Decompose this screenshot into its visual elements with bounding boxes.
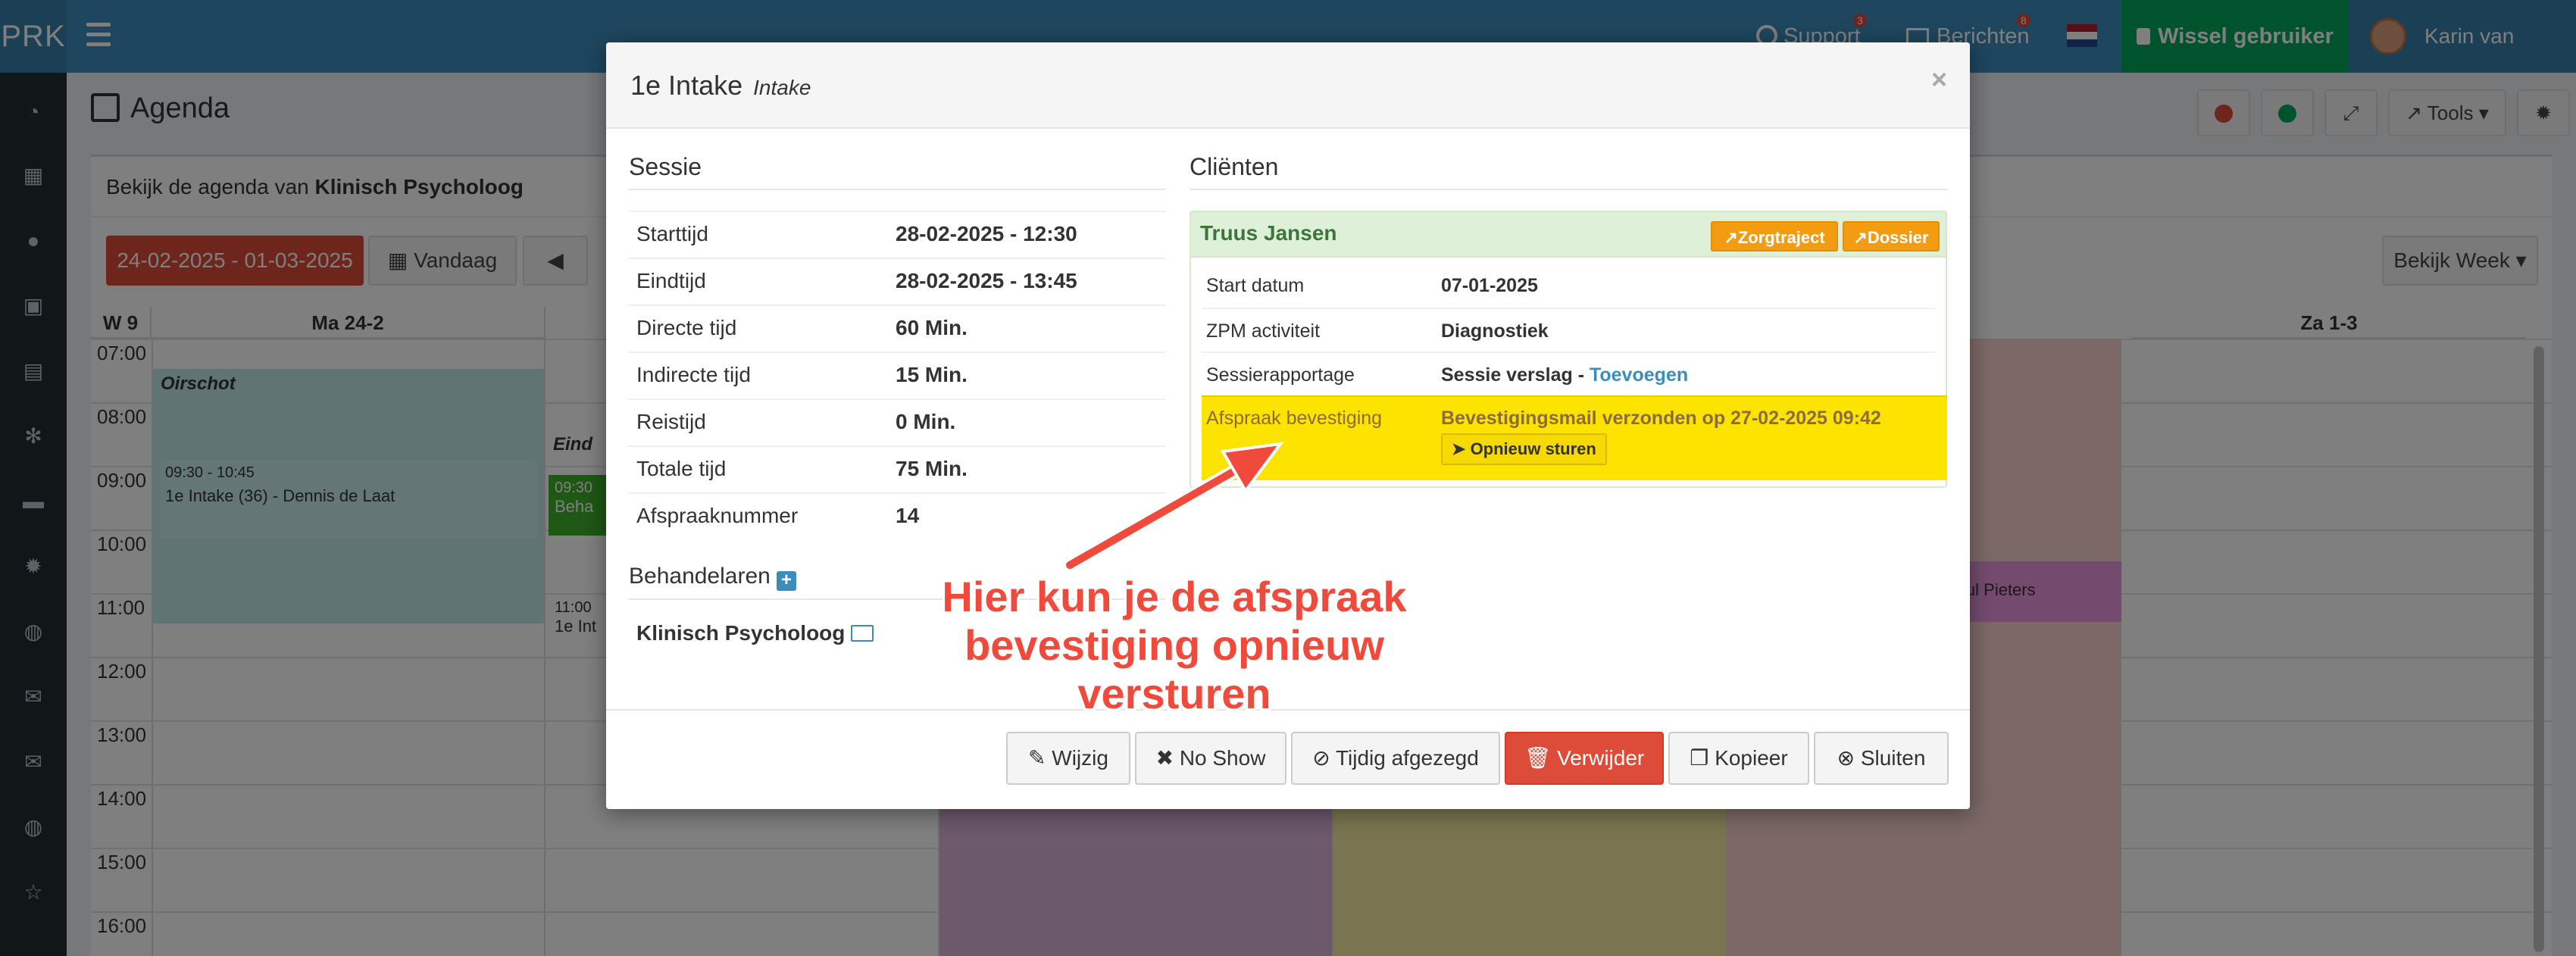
confirmation-label: Afspraak bevestiging <box>1206 408 1383 429</box>
copy-icon: ❐ <box>1690 746 1709 770</box>
row-label: Directe tijd <box>636 316 737 339</box>
practitioners-title-text: Behandelaren <box>629 564 771 589</box>
session-row: Indirecte tijd 15 Min. <box>629 351 1165 398</box>
row-label: Reistijd <box>636 410 706 433</box>
row-label: Start datum <box>1206 275 1305 296</box>
row-label: Afspraaknummer <box>636 504 799 527</box>
row-value: 75 Min. <box>896 457 968 480</box>
add-report-link[interactable]: Toevoegen <box>1590 364 1688 386</box>
copy-button[interactable]: ❐ Kopieer <box>1668 732 1809 785</box>
session-row: Totale tijd 75 Min. <box>629 445 1165 492</box>
modal-title-text: 1e Intake <box>630 70 743 101</box>
confirmation-row: Afspraak bevestiging Bevestigingsmail ve… <box>1202 395 1947 480</box>
practitioner-row: Klinisch Psycholoog <box>636 621 874 645</box>
modal-header: 1e Intake Intake × <box>606 42 1970 129</box>
clients-section-title: Cliënten <box>1190 153 1947 190</box>
trash-icon: 🗑 <box>1524 746 1552 770</box>
resend-button[interactable]: ➤ Opnieuw sturen <box>1441 433 1607 465</box>
session-row: Starttijd 28-02-2025 - 12:30 <box>629 211 1165 258</box>
row-label: Totale tijd <box>636 457 727 480</box>
confirmation-value: Bevestigingsmail verzonden op 27-02-2025… <box>1441 408 1881 429</box>
no-show-label: No Show <box>1179 746 1266 770</box>
edit-button[interactable]: ✎ Wijzig <box>1006 732 1130 785</box>
close-icon[interactable]: × <box>1931 64 1947 95</box>
modal-title: 1e Intake Intake <box>630 70 811 102</box>
client-panel-header: Truus Jansen ↗Zorgtraject ↗Dossier <box>1191 212 1946 258</box>
session-row: Eindtijd 28-02-2025 - 13:45 <box>629 258 1165 305</box>
practitioner-name: Klinisch Psycholoog <box>636 621 846 645</box>
session-row: Directe tijd 60 Min. <box>629 305 1165 351</box>
cancelled-label: Tijdig afgezegd <box>1335 746 1479 770</box>
session-row: Afspraaknummer 14 <box>629 492 1165 539</box>
care-path-button[interactable]: ↗Zorgtraject <box>1711 221 1838 251</box>
close-label: Sluiten <box>1860 746 1926 770</box>
modal-footer: ✎ Wijzig ✖ No Show ⊘ Tijdig afgezegd 🗑 V… <box>606 709 1970 809</box>
copy-label: Kopieer <box>1715 746 1788 770</box>
paper-plane-icon: ➤ <box>1452 439 1466 458</box>
times-circle-icon: ⊗ <box>1837 746 1855 770</box>
edit-label: Wijzig <box>1052 746 1108 770</box>
dossier-button[interactable]: ↗Dossier <box>1843 221 1940 251</box>
client-row: Sessierapportage Sessie verslag - Toevoeg… <box>1202 351 1935 395</box>
cancelled-in-time-button[interactable]: ⊘ Tijdig afgezegd <box>1291 732 1500 785</box>
external-link-icon: ↗ <box>1853 228 1868 247</box>
close-button[interactable]: ⊗ Sluiten <box>1814 732 1949 785</box>
annotation-line: bevestiging opnieuw versturen <box>964 621 1384 717</box>
row-value: Diagnostiek <box>1441 320 1549 342</box>
row-label: Eindtijd <box>636 269 706 292</box>
row-value: 0 Min. <box>896 410 956 433</box>
modal-subtitle: Intake <box>753 76 811 99</box>
client-row: Start datum 07-01-2025 <box>1202 264 1935 308</box>
row-label: Indirecte tijd <box>636 363 751 386</box>
no-show-button[interactable]: ✖ No Show <box>1135 732 1286 785</box>
row-value: 60 Min. <box>896 316 968 339</box>
row-value: 28-02-2025 - 12:30 <box>896 222 1077 245</box>
dossier-label: Dossier <box>1867 228 1929 247</box>
row-label: ZPM activiteit <box>1206 320 1321 342</box>
resend-label: Opnieuw sturen <box>1470 439 1596 458</box>
user-times-icon: ✖ <box>1155 746 1174 770</box>
delete-label: Verwijder <box>1557 746 1645 770</box>
row-value: 14 <box>896 504 920 527</box>
add-practitioner-icon[interactable]: + <box>776 571 796 591</box>
pencil-icon: ✎ <box>1028 746 1046 770</box>
client-row: ZPM activiteit Diagnostiek <box>1202 308 1935 351</box>
client-name: Truus Jansen <box>1200 221 1337 245</box>
session-row: Reistijd 0 Min. <box>629 398 1165 445</box>
ban-icon: ⊘ <box>1312 746 1330 770</box>
row-value: 07-01-2025 <box>1441 275 1538 296</box>
row-value: 15 Min. <box>896 363 968 386</box>
delete-button[interactable]: 🗑 Verwijder <box>1505 732 1664 785</box>
row-label: Starttijd <box>636 222 708 245</box>
external-link-icon: ↗ <box>1724 228 1738 247</box>
row-value: Sessie verslag - <box>1441 364 1585 386</box>
care-path-label: Zorgtraject <box>1737 228 1825 247</box>
annotation-text: Hier kun je de afspraak bevestiging opni… <box>886 573 1462 718</box>
row-label: Sessierapportage <box>1206 364 1355 386</box>
session-section-title: Sessie <box>629 153 1165 190</box>
envelope-icon[interactable] <box>851 625 874 642</box>
row-value: 28-02-2025 - 13:45 <box>896 269 1077 292</box>
annotation-line: Hier kun je de afspraak <box>942 573 1407 620</box>
client-panel: Truus Jansen ↗Zorgtraject ↗Dossier Start… <box>1190 211 1947 488</box>
